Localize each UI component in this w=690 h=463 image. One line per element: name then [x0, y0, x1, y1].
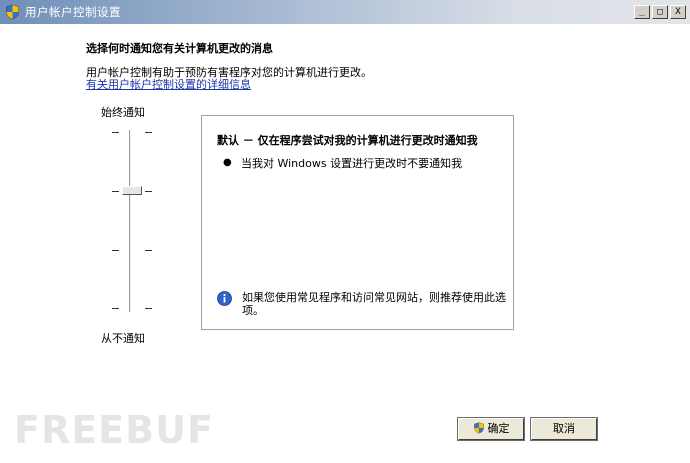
slider-tick: [145, 132, 152, 133]
maximize-button[interactable]: □: [652, 5, 668, 19]
window-controls: _ □ X: [634, 5, 686, 19]
bullet-icon: ●: [223, 157, 232, 168]
cancel-button[interactable]: 取消: [530, 417, 598, 441]
slider-tick: [112, 132, 119, 133]
info-icon: [217, 291, 232, 306]
slider-track[interactable]: [129, 130, 132, 312]
ok-button[interactable]: 确定: [457, 417, 525, 441]
window-title: 用户帐户控制设置: [25, 5, 121, 19]
slider-tick: [112, 191, 119, 192]
notification-level-slider[interactable]: [112, 122, 152, 318]
recommendation-note: 如果您使用常见程序和访问常见网站，则推荐使用此选项。: [242, 291, 506, 317]
level-description-box: 默认 － 仅在程序尝试对我的计算机进行更改时通知我 ● 当我对 Windows …: [201, 115, 514, 330]
slider-tick: [145, 191, 152, 192]
uac-details-link[interactable]: 有关用户帐户控制设置的详细信息: [86, 76, 251, 92]
slider-bottom-label: 从不通知: [101, 332, 145, 345]
ok-label: 确定: [487, 422, 510, 435]
title-bar[interactable]: 用户帐户控制设置 _ □ X: [0, 0, 690, 24]
level-title: 默认 － 仅在程序尝试对我的计算机进行更改时通知我: [217, 134, 478, 147]
watermark: FREEBUF: [14, 408, 214, 452]
uac-shield-icon: [6, 4, 19, 20]
slider-top-label: 始终通知: [101, 106, 145, 119]
level-bullet-text: 当我对 Windows 设置进行更改时不要通知我: [241, 157, 463, 170]
page-heading: 选择何时通知您有关计算机更改的消息: [86, 42, 273, 55]
minimize-button[interactable]: _: [634, 5, 650, 19]
uac-shield-icon: [473, 422, 484, 434]
slider-tick: [112, 250, 119, 251]
slider-tick: [112, 308, 119, 309]
close-button[interactable]: X: [670, 5, 686, 19]
slider-thumb[interactable]: [122, 186, 142, 195]
slider-tick: [145, 250, 152, 251]
slider-tick: [145, 308, 152, 309]
